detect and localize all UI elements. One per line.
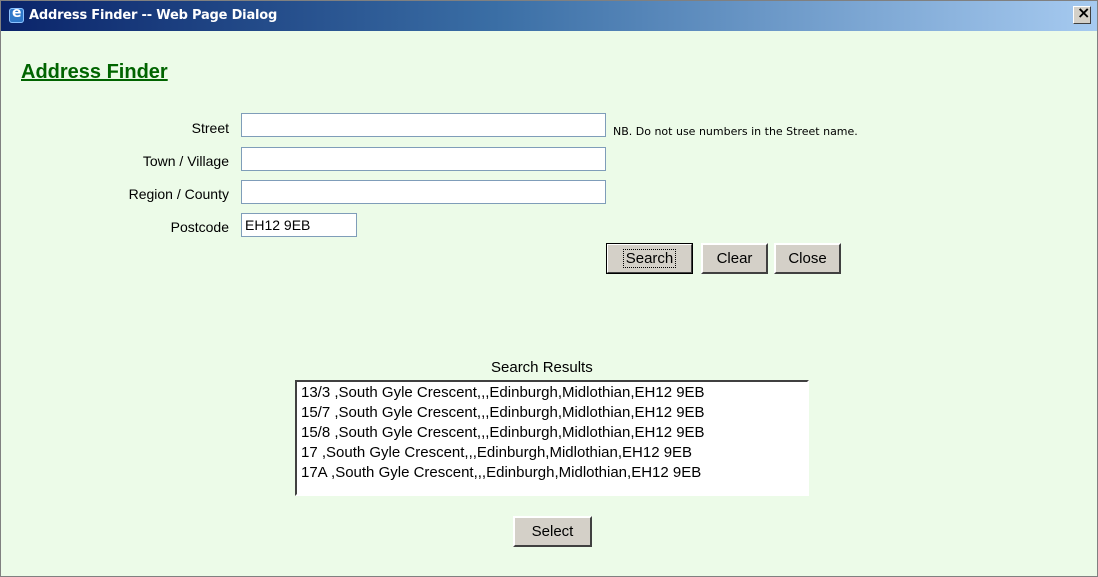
search-button[interactable]: Search xyxy=(606,243,693,274)
page-title: Address Finder xyxy=(21,61,168,83)
search-button-label: Search xyxy=(622,249,677,268)
search-results-title: Search Results xyxy=(491,359,593,376)
close-window-button[interactable] xyxy=(1073,3,1091,24)
postcode-label: Postcode xyxy=(170,219,229,235)
region-input[interactable] xyxy=(241,180,606,204)
select-button[interactable]: Select xyxy=(513,516,592,547)
dialog-window: Address Finder -- Web Page Dialog Addres… xyxy=(0,0,1098,577)
window-title: Address Finder -- Web Page Dialog xyxy=(29,8,278,23)
close-button[interactable]: Close xyxy=(774,243,841,274)
list-item[interactable]: 15/7 ,South Gyle Crescent,,,Edinburgh,Mi… xyxy=(297,403,807,423)
dialog-content: Address Finder Street NB. Do not use num… xyxy=(9,31,1091,571)
list-item[interactable]: 13/3 ,South Gyle Crescent,,,Edinburgh,Mi… xyxy=(297,383,807,403)
town-input[interactable] xyxy=(241,147,606,171)
clear-button[interactable]: Clear xyxy=(701,243,768,274)
region-label: Region / County xyxy=(128,186,229,202)
postcode-input[interactable] xyxy=(241,213,357,237)
search-results-list[interactable]: 13/3 ,South Gyle Crescent,,,Edinburgh,Mi… xyxy=(295,380,809,496)
title-bar: Address Finder -- Web Page Dialog xyxy=(1,1,1097,31)
street-label: Street xyxy=(191,120,229,136)
list-item[interactable]: 17A ,South Gyle Crescent,,,Edinburgh,Mid… xyxy=(297,463,807,483)
list-item[interactable]: 15/8 ,South Gyle Crescent,,,Edinburgh,Mi… xyxy=(297,423,807,443)
town-label: Town / Village xyxy=(142,153,229,169)
list-item[interactable]: 17 ,South Gyle Crescent,,,Edinburgh,Midl… xyxy=(297,443,807,463)
close-button-label: Close xyxy=(788,250,827,267)
clear-button-label: Clear xyxy=(716,250,753,267)
internet-explorer-icon xyxy=(9,5,24,23)
street-note: NB. Do not use numbers in the Street nam… xyxy=(613,125,858,138)
select-button-label: Select xyxy=(531,523,574,540)
street-input[interactable] xyxy=(241,113,606,137)
